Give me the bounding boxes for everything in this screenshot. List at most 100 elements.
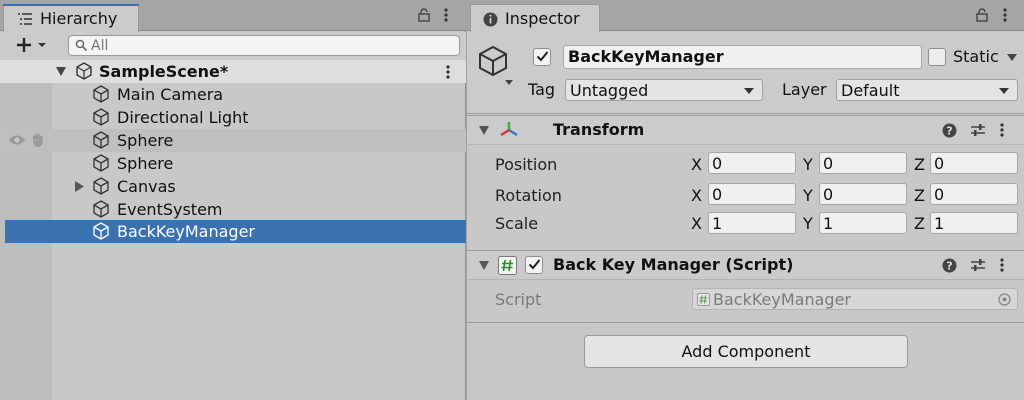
position-y-field[interactable]: 0 (819, 152, 907, 174)
chevron-down-icon (744, 88, 754, 94)
create-dropdown-button[interactable] (14, 33, 54, 57)
static-checkbox[interactable] (928, 48, 946, 66)
field-value: 0 (934, 185, 945, 204)
help-icon[interactable]: ? (942, 258, 957, 273)
rotation-z-field[interactable]: 0 (930, 183, 1018, 205)
gameobject-name-field[interactable] (563, 45, 922, 69)
rotation-y-field[interactable]: 0 (819, 183, 907, 205)
hierarchy-item-label: Sphere (117, 131, 174, 150)
foldout-closed-icon[interactable] (75, 181, 84, 192)
scene-name: SampleScene* (99, 62, 229, 81)
axis-z-label[interactable]: Z (914, 155, 925, 174)
gameobject-cube-icon (92, 154, 110, 172)
static-label: Static (953, 47, 999, 66)
hierarchy-panel: Hierarchy SampleScene* Main Camera (0, 0, 466, 400)
hierarchy-item[interactable]: Sphere (0, 152, 466, 175)
field-value: 1 (934, 214, 945, 233)
lock-icon[interactable] (418, 8, 430, 22)
axis-y-label[interactable]: Y (803, 155, 813, 174)
layer-value: Default (841, 81, 900, 100)
script-enabled-checkbox[interactable] (525, 256, 543, 274)
rotation-x-field[interactable]: 0 (708, 183, 796, 205)
component-menu-icon[interactable] (1000, 123, 1004, 137)
list-icon (18, 13, 32, 25)
gameobject-cube-icon (92, 85, 110, 103)
script-value: BackKeyManager (713, 290, 851, 309)
visibility-eye-icon[interactable] (8, 134, 26, 146)
hierarchy-item[interactable]: Sphere (0, 129, 466, 152)
foldout-open-icon[interactable] (56, 67, 66, 76)
hierarchy-item[interactable]: EventSystem (0, 198, 466, 221)
tag-value: Untagged (570, 81, 649, 100)
field-value: 1 (712, 214, 723, 233)
layer-label: Layer (782, 80, 827, 99)
axis-y-label[interactable]: Y (803, 214, 813, 233)
axis-x-label[interactable]: X (691, 214, 702, 233)
active-checkbox[interactable] (533, 48, 551, 66)
hierarchy-item[interactable]: Directional Light (0, 106, 466, 129)
help-icon[interactable]: ? (942, 123, 957, 138)
hierarchy-item-selected[interactable]: BackKeyManager (5, 220, 466, 243)
foldout-open-icon[interactable] (479, 261, 489, 270)
kebab-menu-icon[interactable] (1003, 8, 1007, 22)
component-menu-icon[interactable] (1000, 258, 1004, 272)
layer-dropdown[interactable]: Default (836, 79, 1018, 101)
script-label: Script (495, 290, 542, 309)
transform-title: Transform (553, 120, 645, 139)
tag-label: Tag (528, 80, 556, 99)
presets-icon[interactable] (970, 123, 986, 137)
scene-menu-icon[interactable] (446, 65, 450, 79)
foldout-open-icon[interactable] (479, 126, 489, 135)
search-input[interactable] (91, 36, 451, 55)
hierarchy-item[interactable]: Canvas (0, 175, 466, 198)
gameobject-cube-icon (92, 108, 110, 126)
rotation-label: Rotation (495, 186, 562, 205)
axis-z-label[interactable]: Z (914, 186, 925, 205)
hierarchy-item-label: Main Camera (117, 85, 224, 104)
axis-y-label[interactable]: Y (803, 186, 813, 205)
tab-hierarchy[interactable]: Hierarchy (3, 4, 139, 32)
gameobject-icon-dropdown[interactable] (477, 44, 519, 86)
lock-icon[interactable] (976, 8, 988, 22)
field-value: 0 (823, 185, 834, 204)
scene-row[interactable]: SampleScene* (0, 60, 466, 83)
tab-label: Hierarchy (40, 9, 118, 28)
scale-label: Scale (495, 214, 539, 233)
axis-z-label[interactable]: Z (914, 214, 925, 233)
field-value: 0 (934, 154, 945, 173)
hierarchy-search[interactable] (68, 35, 460, 56)
object-picker-icon[interactable] (998, 293, 1011, 306)
add-component-button[interactable]: Add Component (584, 335, 908, 368)
script-component-title: Back Key Manager (Script) (553, 255, 794, 274)
tab-inspector[interactable]: Inspector (470, 4, 600, 32)
script-component-header[interactable]: Back Key Manager (Script) ? (467, 250, 1024, 280)
gameobject-cube-icon (92, 222, 110, 240)
position-x-field[interactable]: 0 (708, 152, 796, 174)
scale-y-field[interactable]: 1 (819, 212, 907, 234)
hierarchy-item[interactable]: Main Camera (0, 83, 466, 106)
transform-component-header[interactable]: Transform ? (467, 115, 1024, 145)
script-object-field[interactable]: BackKeyManager (692, 288, 1018, 310)
axis-x-label[interactable]: X (691, 186, 702, 205)
search-icon (75, 39, 88, 52)
static-dropdown-icon[interactable] (1007, 54, 1017, 61)
svg-text:?: ? (946, 260, 952, 273)
kebab-menu-icon[interactable] (444, 8, 448, 22)
gameobject-cube-icon (92, 131, 110, 149)
scale-x-field[interactable]: 1 (708, 212, 796, 234)
unity-scene-icon (75, 62, 93, 80)
scale-z-field[interactable]: 1 (930, 212, 1018, 234)
tag-dropdown[interactable]: Untagged (565, 79, 763, 101)
axis-x-label[interactable]: X (691, 155, 702, 174)
tab-label: Inspector (505, 9, 580, 28)
transform-axis-icon (499, 121, 519, 139)
field-value: 0 (712, 154, 723, 173)
info-icon (483, 12, 498, 27)
gameobject-name-input[interactable] (568, 47, 890, 66)
field-value: 0 (712, 185, 723, 204)
svg-text:?: ? (946, 125, 952, 138)
pickable-hand-icon[interactable] (30, 132, 46, 148)
presets-icon[interactable] (970, 258, 986, 272)
position-z-field[interactable]: 0 (930, 152, 1018, 174)
field-value: 0 (823, 154, 834, 173)
